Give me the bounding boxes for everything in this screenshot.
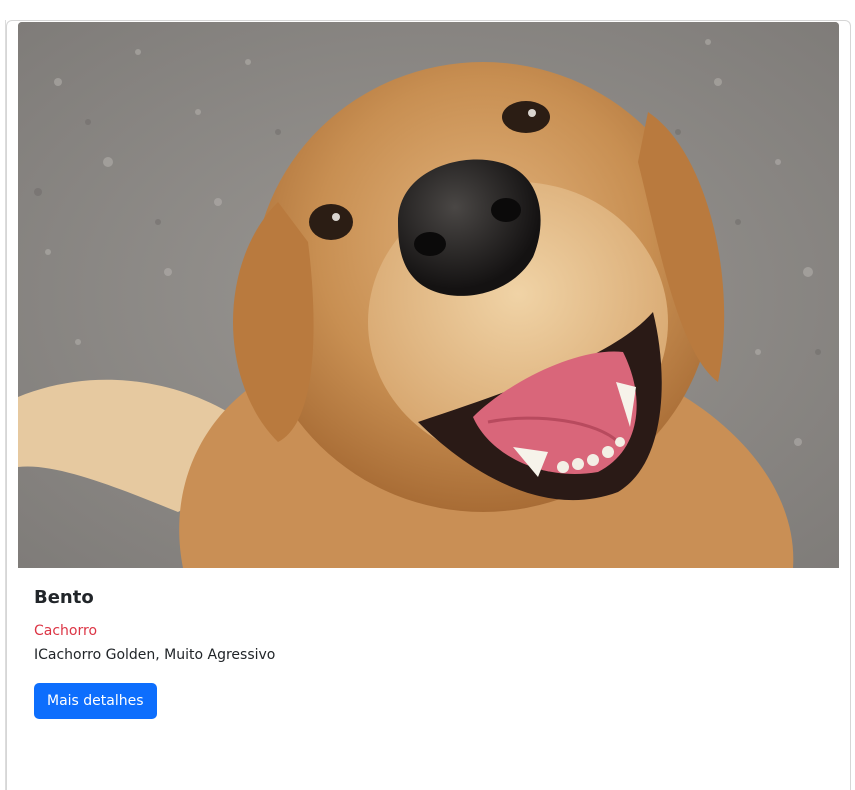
pet-description: ICachorro Golden, Muito Agressivo xyxy=(34,647,276,663)
page: Bento Cachorro ICachorro Golden, Muito A… xyxy=(0,0,855,790)
pet-name: Bento xyxy=(34,587,94,608)
card-body: Bento Cachorro ICachorro Golden, Muito A… xyxy=(34,587,814,719)
pet-card: Bento Cachorro ICachorro Golden, Muito A… xyxy=(6,20,851,790)
details-button[interactable]: Mais detalhes xyxy=(34,683,157,719)
pet-photo xyxy=(18,22,839,568)
pet-species: Cachorro xyxy=(34,623,98,639)
